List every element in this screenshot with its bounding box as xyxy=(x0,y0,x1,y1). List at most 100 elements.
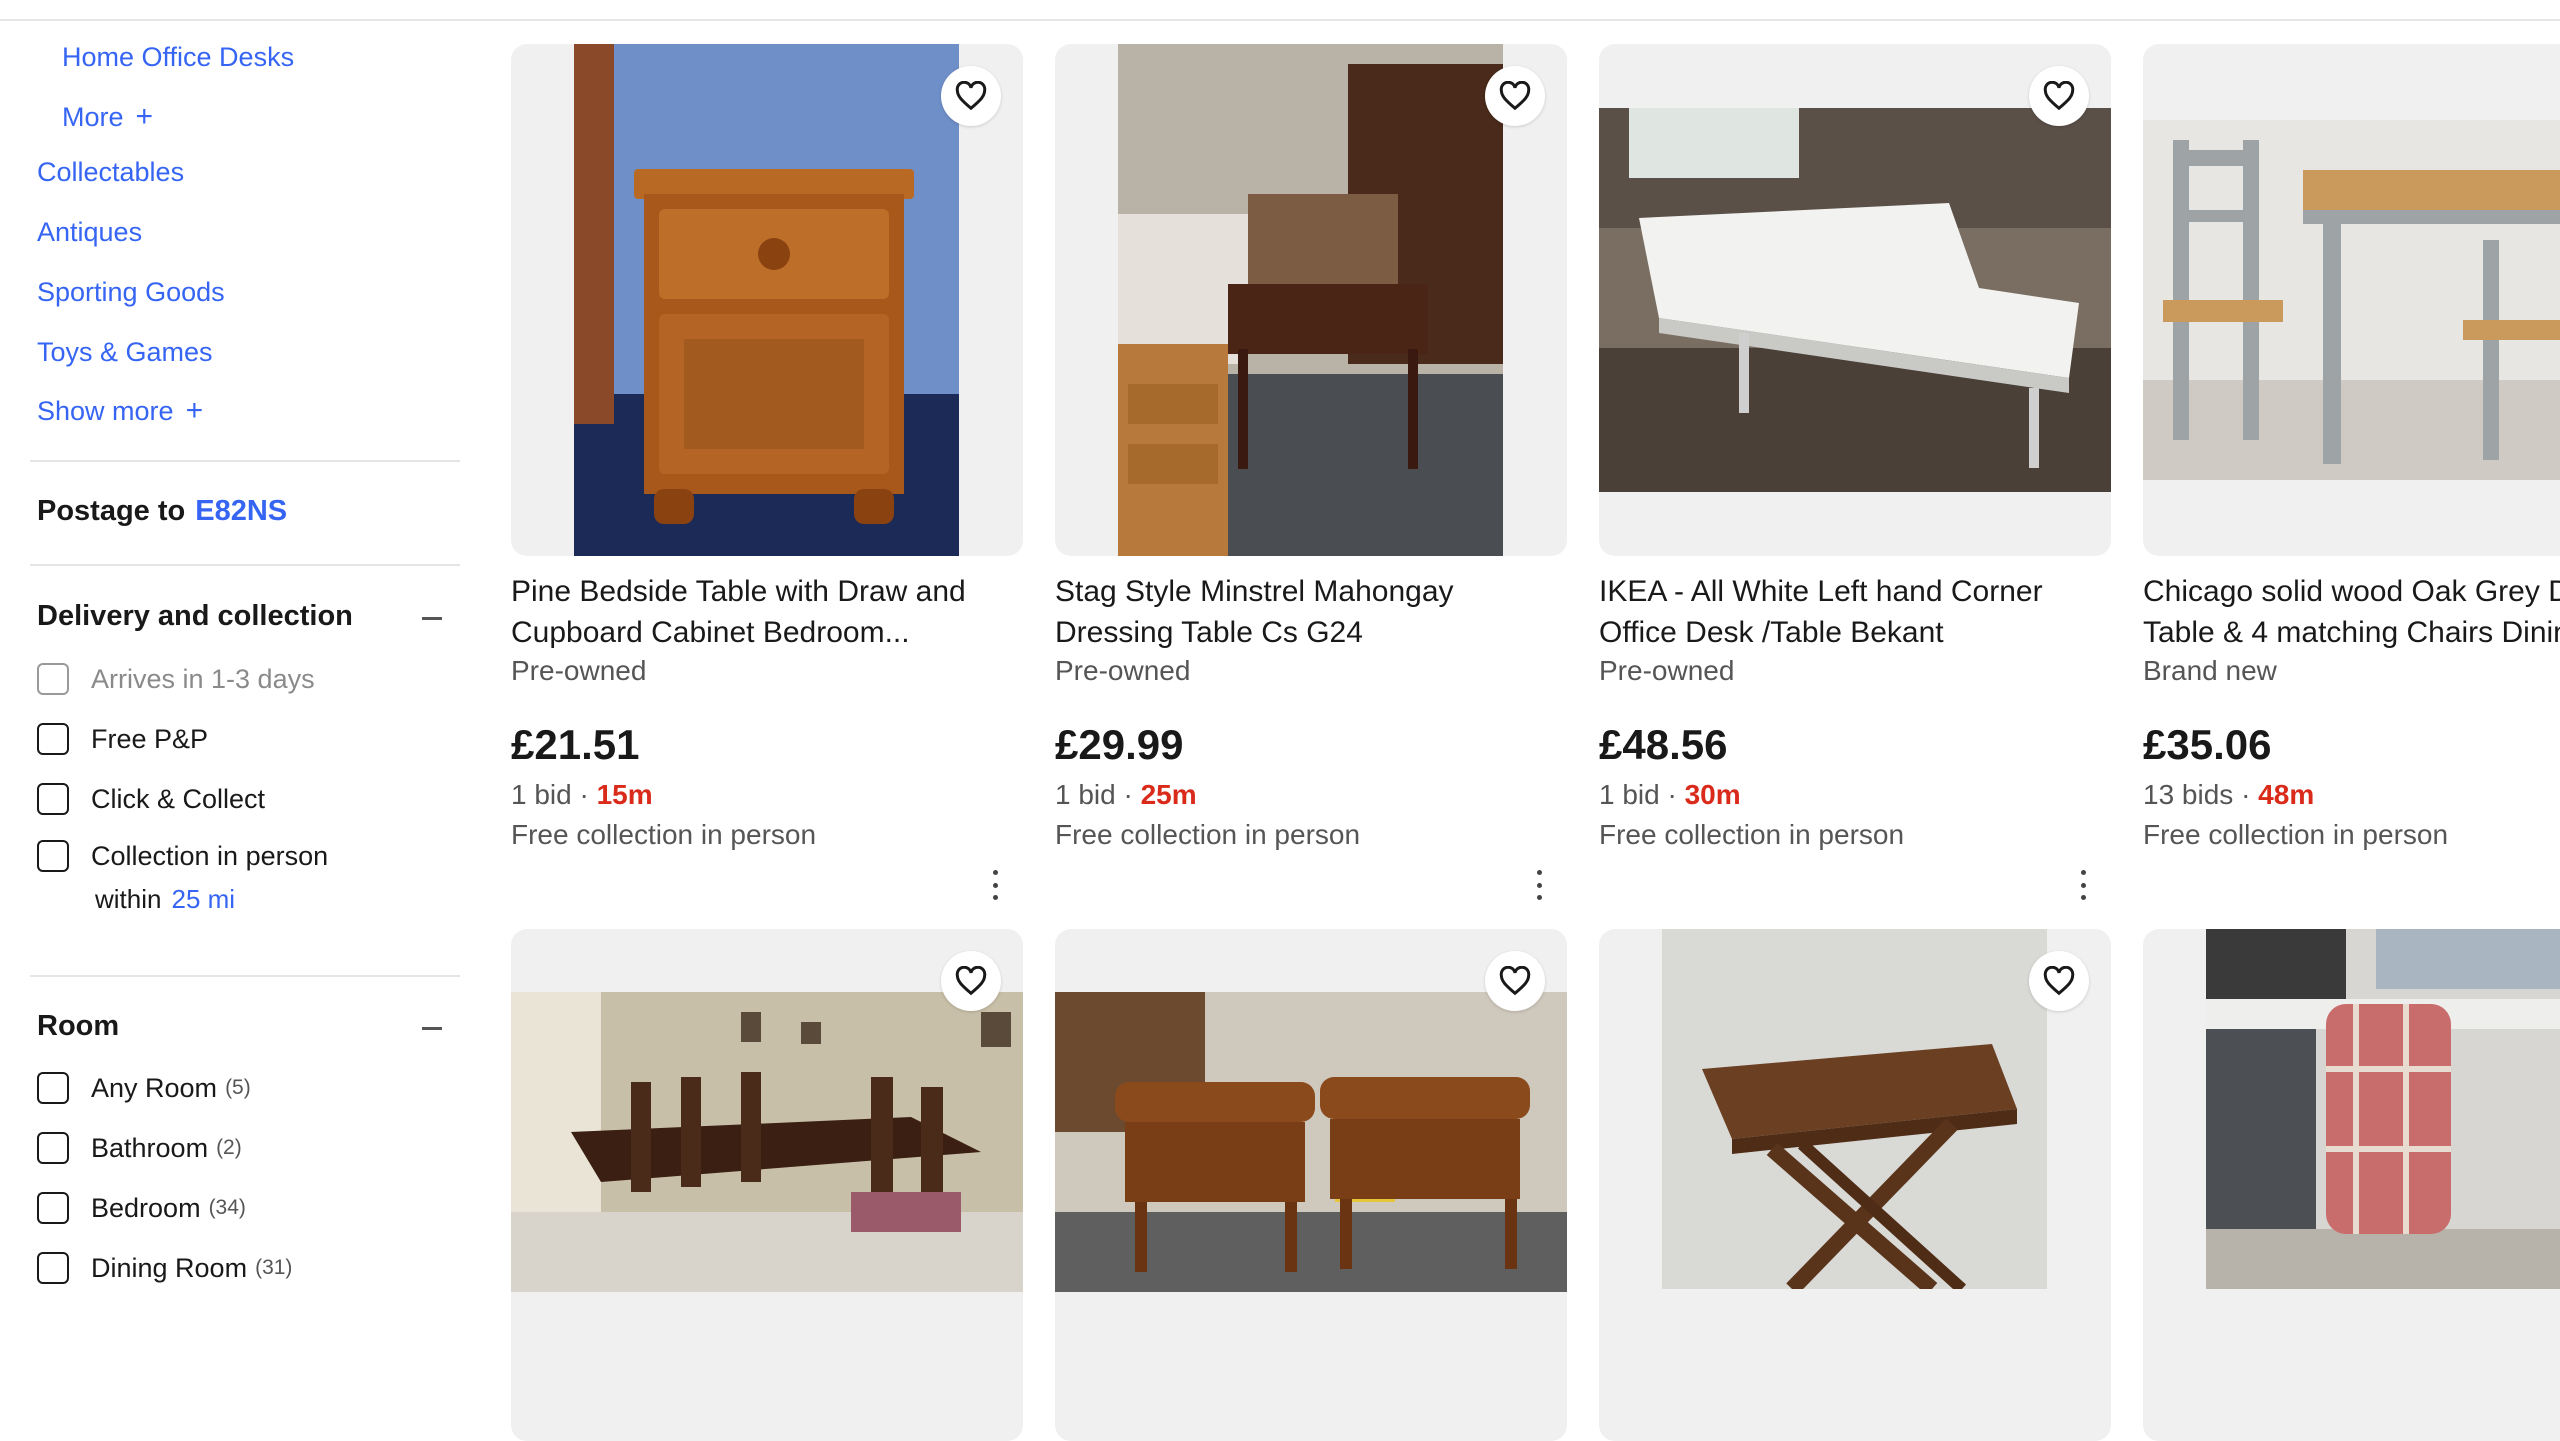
filter-count: (31) xyxy=(255,1256,293,1279)
product-price: £35.06 xyxy=(2143,721,2272,768)
product-bids: 13 bids · 48m xyxy=(2143,779,2314,811)
sidebar-category-toys-games[interactable]: Toys & Games xyxy=(37,337,213,368)
product-image[interactable] xyxy=(2143,44,2560,556)
title-line: IKEA - All White Left hand Corner xyxy=(1599,575,2043,608)
delivery-section-title[interactable]: Delivery and collection xyxy=(37,600,353,633)
product-bids: 1 bid · 15m xyxy=(511,779,653,811)
title-line: Dressing Table Cs G24 xyxy=(1055,616,1363,649)
filter-click-collect[interactable]: Click & Collect xyxy=(37,780,265,818)
product-condition: Pre-owned xyxy=(511,655,647,686)
watch-heart-button[interactable] xyxy=(2029,66,2089,126)
collapse-icon[interactable] xyxy=(422,617,442,620)
postage-location[interactable]: Postage to E82NS xyxy=(37,495,287,528)
sidebar-divider xyxy=(30,564,460,566)
sidebar-category-sporting-goods[interactable]: Sporting Goods xyxy=(37,277,225,308)
sidebar-divider xyxy=(30,975,460,977)
product-condition: Pre-owned xyxy=(1055,655,1191,686)
product-price: £48.56 xyxy=(1599,721,1728,768)
watch-heart-button[interactable] xyxy=(2029,951,2089,1011)
title-line: Pine Bedside Table with Draw and xyxy=(511,575,966,608)
product-title[interactable]: IKEA - All White Left hand Corner Office … xyxy=(1599,571,2111,653)
more-label: More xyxy=(62,102,124,132)
product-image[interactable] xyxy=(1055,929,1567,1441)
product-shipping: Free collection in person xyxy=(1599,819,1905,850)
checkbox[interactable] xyxy=(37,840,69,872)
product-image[interactable] xyxy=(1599,44,2111,556)
plus-icon: + xyxy=(135,100,154,133)
show-more-label: Show more xyxy=(37,396,174,426)
heart-icon xyxy=(2043,81,2075,111)
filter-label: Bathroom xyxy=(91,1132,209,1163)
more-options-icon[interactable] xyxy=(991,870,999,900)
collapse-icon[interactable] xyxy=(422,1027,442,1030)
bid-count: 1 bid · xyxy=(1055,779,1141,810)
watch-heart-button[interactable] xyxy=(941,951,1001,1011)
product-image[interactable] xyxy=(1055,44,1567,556)
checkbox[interactable] xyxy=(37,723,69,755)
postage-label: Postage to xyxy=(37,495,186,527)
product-image[interactable] xyxy=(1599,929,2111,1441)
sidebar-divider xyxy=(30,460,460,462)
checkbox[interactable] xyxy=(37,1132,69,1164)
sidebar-link-more[interactable]: More + xyxy=(62,100,153,134)
product-bids: 1 bid · 25m xyxy=(1055,779,1197,811)
heart-icon xyxy=(1499,81,1531,111)
watch-heart-button[interactable] xyxy=(1485,951,1545,1011)
more-options-icon[interactable] xyxy=(2079,870,2087,900)
filter-free-pp[interactable]: Free P&P xyxy=(37,720,208,758)
filter-dining-room[interactable]: Dining Room (31) xyxy=(37,1249,292,1287)
title-line: Office Desk /Table Bekant xyxy=(1599,616,1944,649)
filter-sidebar: Home Office Desks More + Collectables Ant… xyxy=(0,0,470,1289)
product-title[interactable]: Pine Bedside Table with Draw and Cupboard… xyxy=(511,571,1023,653)
collection-distance: within 25 mi xyxy=(95,884,235,915)
filter-bedroom[interactable]: Bedroom (34) xyxy=(37,1189,246,1227)
product-shipping: Free collection in person xyxy=(1055,819,1361,850)
room-section-title[interactable]: Room xyxy=(37,1010,119,1043)
checkbox[interactable] xyxy=(37,1072,69,1104)
sidebar-link-home-office-desks[interactable]: Home Office Desks xyxy=(62,42,294,73)
bid-count: 1 bid · xyxy=(1599,779,1685,810)
title-line: Cupboard Cabinet Bedroom... xyxy=(511,616,910,649)
product-image[interactable] xyxy=(511,44,1023,556)
product-image[interactable] xyxy=(2143,929,2560,1441)
filter-label: Any Room xyxy=(91,1072,218,1103)
product-title[interactable]: Chicago solid wood Oak Grey Dining Table … xyxy=(2143,571,2560,653)
product-price: £29.99 xyxy=(1055,721,1184,768)
sidebar-category-collectables[interactable]: Collectables xyxy=(37,157,184,188)
show-more-link[interactable]: Show more + xyxy=(37,394,203,428)
checkbox[interactable] xyxy=(37,1252,69,1284)
product-title[interactable]: Stag Style Minstrel Mahongay Dressing Tab… xyxy=(1055,571,1567,653)
filter-collection-in-person[interactable]: Collection in person xyxy=(37,837,328,875)
product-shipping: Free collection in person xyxy=(511,819,817,850)
checkbox[interactable] xyxy=(37,663,69,695)
title-line: Chicago solid wood Oak Grey Dining xyxy=(2143,575,2560,608)
title-line: Table & 4 matching Chairs Dining xyxy=(2143,616,2560,649)
watch-heart-button[interactable] xyxy=(1485,66,1545,126)
postage-zip[interactable]: E82NS xyxy=(195,495,287,527)
product-price: £21.51 xyxy=(511,721,640,768)
filter-label: Arrives in 1-3 days xyxy=(91,663,315,694)
within-label: within xyxy=(95,884,162,914)
filter-any-room[interactable]: Any Room (5) xyxy=(37,1069,251,1107)
checkbox[interactable] xyxy=(37,783,69,815)
bid-count: 1 bid · xyxy=(511,779,597,810)
bid-count: 13 bids · xyxy=(2143,779,2259,810)
product-bids: 1 bid · 30m xyxy=(1599,779,1741,811)
more-options-icon[interactable] xyxy=(1535,870,1543,900)
filter-label: Dining Room xyxy=(91,1252,248,1283)
product-image[interactable] xyxy=(511,929,1023,1441)
filter-bathroom[interactable]: Bathroom (2) xyxy=(37,1129,242,1167)
heart-icon xyxy=(955,81,987,111)
checkbox[interactable] xyxy=(37,1192,69,1224)
heart-icon xyxy=(2043,966,2075,996)
distance-link[interactable]: 25 mi xyxy=(171,884,235,914)
filter-count: (34) xyxy=(208,1196,246,1219)
filter-arrives-1-3-days[interactable]: Arrives in 1-3 days xyxy=(37,660,315,698)
heart-icon xyxy=(1499,966,1531,996)
time-left: 25m xyxy=(1140,779,1197,810)
watch-heart-button[interactable] xyxy=(941,66,1001,126)
sidebar-category-antiques[interactable]: Antiques xyxy=(37,217,142,248)
filter-label: Click & Collect xyxy=(91,783,266,814)
filter-label: Free P&P xyxy=(91,723,209,754)
product-shipping: Free collection in person xyxy=(2143,819,2449,850)
